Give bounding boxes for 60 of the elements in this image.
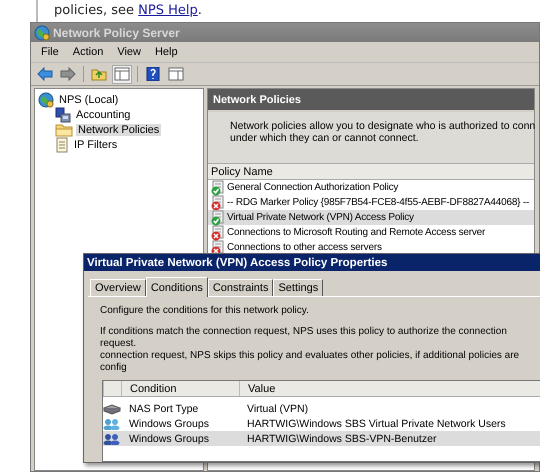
tree-item[interactable]: NPS (Local) — [57, 94, 120, 106]
forward-arrow-button[interactable] — [58, 64, 78, 84]
condition-name: Windows Groups — [128, 432, 210, 444]
pane-button[interactable] — [166, 64, 186, 84]
back-arrow-button[interactable] — [35, 64, 55, 84]
policy-name: Virtual Private Network (VPN) Access Policy — [227, 212, 414, 223]
condition-name: Windows Groups — [128, 418, 210, 430]
menu-item[interactable]: Action — [66, 44, 110, 60]
menu-item[interactable]: View — [111, 44, 147, 60]
tree-item[interactable]: Accounting — [74, 108, 132, 120]
condition-row[interactable]: Windows Groups HARTWIG\Windows SBS-VPN-Benutzer — [103, 431, 540, 446]
help-text: policies, see NPS Help. — [53, 2, 203, 18]
pane-icon — [168, 67, 184, 81]
explanation-text: If conditions match the connection request, NPS uses this policy to authorize the connection request. — [100, 326, 508, 350]
policy-name: -- RDG Marker Policy {985F7B54-FCE8-4f55-AEBF-DF8827A44068} -- — [227, 197, 530, 208]
globe-icon — [38, 92, 54, 108]
pane-icon — [114, 67, 130, 81]
condition-row[interactable]: Windows Groups HARTWIG\Windows SBS Virtual Private Network Users — [103, 416, 540, 431]
tab[interactable]: Constraints — [208, 279, 274, 296]
column-header[interactable]: Policy Name — [208, 164, 534, 180]
tree-item[interactable]: IP Filters — [72, 138, 120, 150]
condition-value: Virtual (VPN) — [246, 402, 310, 414]
folder-icon — [55, 122, 73, 137]
back-arrow-icon — [37, 67, 53, 81]
column-header[interactable]: Condition — [121, 381, 239, 396]
forward-arrow-icon — [60, 67, 76, 81]
window-title: Network Policy Server — [53, 26, 180, 40]
document-icon — [55, 136, 69, 152]
menu-item[interactable]: File — [35, 44, 65, 60]
explanation-text: connection request, NPS skips this policy and evaluates other policies, if additional policies are config — [100, 350, 520, 374]
policy-row[interactable]: -- RDG Marker Policy {985F7B54-FCE8-4f55-AEBF-DF8827A44068} -- — [208, 195, 534, 210]
pane-button[interactable] — [112, 64, 132, 84]
folder-up-icon — [91, 67, 107, 81]
computer-icon — [55, 106, 71, 122]
tab[interactable]: Conditions — [146, 277, 208, 297]
condition-row[interactable]: NAS Port Type Virtual (VPN) — [103, 401, 540, 416]
condition-name: NAS Port Type — [128, 402, 200, 414]
tab[interactable]: Overview — [90, 279, 146, 296]
menu-item[interactable]: Help — [148, 44, 184, 60]
dialog-title: Virtual Private Network (VPN) Access Policy Properties — [87, 256, 388, 268]
globe-icon — [34, 24, 50, 40]
instruction-text: Configure the conditions for this network policy. — [100, 305, 310, 317]
help-icon — [145, 67, 161, 81]
condition-value: HARTWIG\Windows SBS Virtual Private Network Users — [246, 418, 507, 430]
policy-name: Connections to other access servers — [227, 242, 382, 253]
users-icon — [103, 432, 121, 444]
panel-header: Network Policies — [208, 89, 534, 112]
description-text: Network policies allow you to designate who is authorized to conn — [230, 120, 536, 132]
condition-value: HARTWIG\Windows SBS-VPN-Benutzer — [246, 432, 438, 444]
tab[interactable]: Settings — [273, 279, 324, 296]
policy-row[interactable]: Connections to Microsoft Routing and Remote Access server — [208, 225, 534, 240]
policy-name: General Connection Authorization Policy — [227, 182, 398, 193]
help-link[interactable]: NPS Help — [138, 3, 198, 18]
policy-row[interactable]: General Connection Authorization Policy — [208, 180, 534, 195]
tree-item[interactable]: Network Policies — [76, 124, 162, 136]
policy-row[interactable]: Virtual Private Network (VPN) Access Policy — [208, 210, 534, 225]
column-header[interactable]: Value — [239, 381, 540, 396]
policy-name: Connections to Microsoft Routing and Remote Access server — [227, 227, 486, 238]
description-text: under which they can or cannot connect. — [230, 132, 420, 144]
users-icon — [103, 418, 121, 430]
